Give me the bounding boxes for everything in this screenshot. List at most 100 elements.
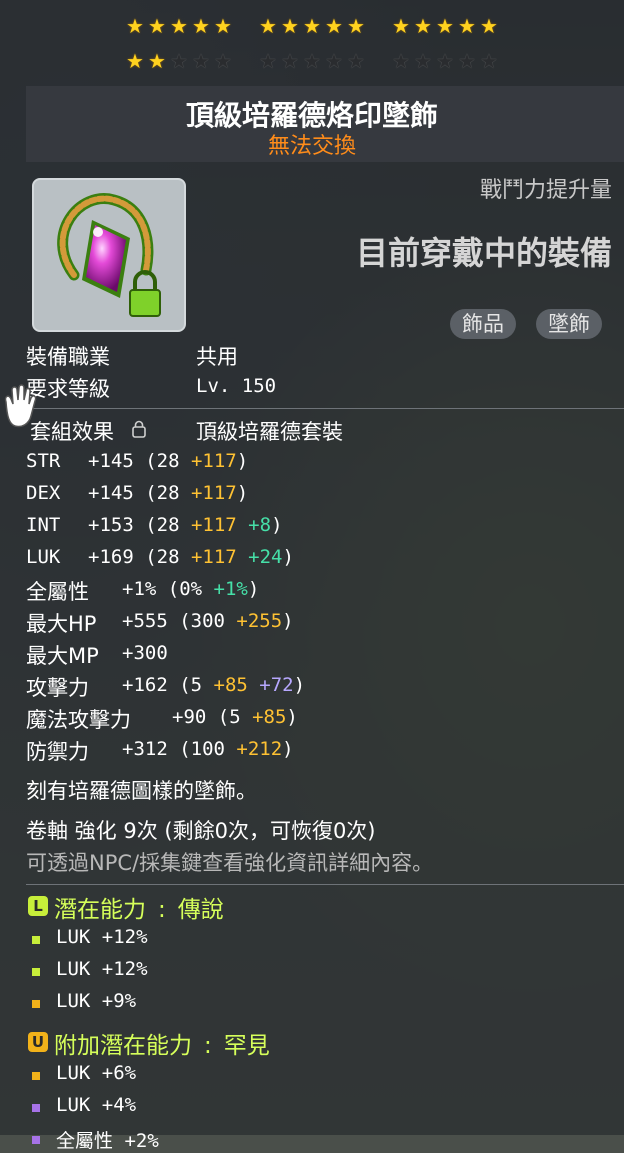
stat-total: +90 — [172, 706, 207, 728]
additional-line: 全屬性 +2% — [56, 1130, 159, 1152]
tag-pendant: 墜飾 — [536, 309, 602, 339]
stat-name: 最大HP — [26, 612, 97, 636]
stat-close: ) — [282, 546, 294, 568]
additional-grade-badge-icon: U — [28, 1032, 48, 1052]
star-row: ★ ★ ★ ★ ★ ★ ★ ★ ★ ★ ★ ★ ★ ★ ★ — [0, 49, 624, 73]
star-filled-icon: ★ — [325, 14, 343, 38]
divider — [26, 884, 624, 885]
potential-line: LUK +9% — [56, 990, 137, 1012]
stat-close: ) — [236, 450, 249, 472]
star-group: ★ ★ ★ ★ ★ — [259, 14, 366, 38]
star-empty-icon: ★ — [259, 49, 277, 73]
stat-name: 全屬性 — [26, 580, 89, 604]
stat-open: (28 — [133, 450, 191, 472]
stat-total: +1% — [122, 578, 157, 600]
stat-open: (28 — [133, 482, 191, 504]
stat-value: +169 (28 +117 +24) — [88, 546, 294, 568]
star-filled-icon: ★ — [281, 14, 299, 38]
stat-extra: +1% — [213, 578, 248, 600]
star-group: ★ ★ ★ ★ ★ — [392, 14, 499, 38]
set-effect-value: 頂級培羅德套裝 — [196, 420, 343, 444]
potential-grade: 傳說 — [177, 897, 224, 923]
additional-line: LUK +4% — [56, 1094, 137, 1116]
star-empty-icon: ★ — [458, 49, 476, 73]
stat-close: ) — [286, 706, 298, 728]
stat-open: (0% — [156, 578, 214, 600]
star-empty-icon: ★ — [303, 49, 321, 73]
stat-total: +555 — [122, 610, 168, 632]
level-value: Lv. 150 — [196, 375, 277, 397]
star-row: ★ ★ ★ ★ ★ ★ ★ ★ ★ ★ ★ ★ ★ ★ ★ — [0, 14, 624, 38]
star-empty-icon: ★ — [480, 49, 498, 73]
star-filled-icon: ★ — [259, 14, 277, 38]
stat-gold: +117 — [190, 450, 237, 472]
stat-value: +90 (5 +85) — [172, 706, 298, 728]
stat-extra: +72 — [247, 674, 294, 696]
stat-name: 最大MP — [26, 644, 99, 668]
potential-line: LUK +12% — [56, 926, 148, 948]
stat-close: ) — [282, 738, 294, 760]
star-empty-icon: ★ — [436, 49, 454, 73]
stat-gold: +117 — [190, 546, 237, 568]
stat-gold: +117 — [190, 482, 237, 504]
star-group: ★ ★ ★ ★ ★ — [259, 49, 366, 73]
stat-total: +145 — [88, 450, 134, 472]
stat-open: (5 — [206, 706, 253, 728]
star-filled-icon: ★ — [458, 14, 476, 38]
item-description: 刻有培羅德圖樣的墜飾。 — [26, 779, 257, 803]
stat-open: (300 — [167, 610, 237, 632]
stat-value: +555 (300 +255) — [122, 610, 294, 632]
potential-label: 潛在能力 — [54, 897, 146, 923]
stat-close: ) — [271, 514, 283, 536]
stat-extra: +8 — [236, 514, 272, 536]
stat-value: +300 — [122, 642, 168, 664]
stat-gold: +212 — [236, 738, 283, 760]
stat-open: (5 — [167, 674, 214, 696]
stat-gold: +85 — [213, 674, 248, 696]
stat-close: ) — [293, 674, 306, 696]
star-group: ★ ★ ★ ★ ★ — [392, 49, 499, 73]
trade-status: 無法交換 — [267, 134, 356, 159]
stat-total: +153 — [88, 514, 134, 536]
additional-heading: 附加潛在能力: 罕見 — [54, 1026, 270, 1060]
star-group: ★ ★ ★ ★ ★ — [126, 49, 233, 73]
stat-gold: +255 — [236, 610, 283, 632]
stat-total: +300 — [122, 642, 168, 664]
stat-name: 攻擊力 — [26, 676, 89, 700]
tag-accessory: 飾品 — [450, 309, 516, 339]
stat-name: LUK — [26, 546, 61, 568]
star-empty-icon: ★ — [192, 49, 210, 73]
stat-name: 防禦力 — [26, 740, 89, 764]
stat-extra: +24 — [236, 546, 283, 568]
stat-name: STR — [26, 450, 61, 472]
stat-open: (28 — [133, 514, 191, 536]
potential-sep: : — [158, 897, 166, 923]
job-label: 裝備職業 — [26, 345, 110, 369]
stat-name: DEX — [26, 482, 61, 504]
bullet-icon — [32, 1136, 40, 1144]
star-filled-icon: ★ — [126, 49, 144, 73]
bullet-icon — [32, 1104, 40, 1112]
star-filled-icon: ★ — [347, 14, 365, 38]
scroll-upgrade-info: 卷軸 強化 9次 (剩餘0次，可恢復0次) — [26, 819, 376, 843]
star-group: ★ ★ ★ ★ ★ — [126, 14, 233, 38]
star-filled-icon: ★ — [436, 14, 454, 38]
stat-name: 魔法攻擊力 — [26, 708, 131, 732]
divider — [26, 408, 624, 409]
star-filled-icon: ★ — [148, 49, 166, 73]
stat-gold: +85 — [252, 706, 287, 728]
job-value: 共用 — [196, 345, 238, 369]
star-empty-icon: ★ — [281, 49, 299, 73]
additional-line: LUK +6% — [56, 1062, 137, 1084]
additional-sep: : — [204, 1033, 212, 1059]
lock-icon — [132, 420, 146, 438]
star-filled-icon: ★ — [148, 14, 166, 38]
bullet-icon — [32, 968, 40, 976]
power-increase-label: 戰鬥力提升量 — [479, 178, 612, 203]
bullet-icon — [32, 1000, 40, 1008]
stat-total: +169 — [88, 546, 134, 568]
star-empty-icon: ★ — [392, 49, 410, 73]
star-filled-icon: ★ — [414, 14, 432, 38]
stat-close: ) — [282, 610, 294, 632]
currently-equipped-label: 目前穿戴中的裝備 — [355, 234, 612, 272]
